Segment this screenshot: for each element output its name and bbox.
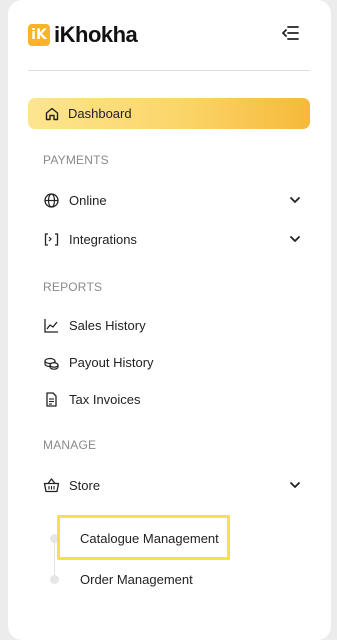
nav-item-label: Tax Invoices: [69, 391, 141, 407]
section-heading-manage: MANAGE: [43, 438, 97, 452]
nav-item-store[interactable]: Store: [43, 474, 303, 496]
globe-icon: [44, 192, 59, 208]
basket-icon: [43, 477, 60, 492]
nav-item-label: Payout History: [69, 354, 154, 370]
sidebar-panel: iK iKhokha Dashboard PAYMENTS Online Int…: [8, 0, 331, 640]
brand-name: iKhokha: [54, 22, 138, 47]
section-heading-reports: REPORTS: [43, 280, 103, 294]
submenu-dot: [50, 575, 59, 584]
chevron-down-icon[interactable]: [287, 192, 303, 208]
subnav-item-order-management[interactable]: Order Management: [80, 572, 193, 587]
nav-item-online[interactable]: Online: [43, 189, 303, 211]
document-icon: [46, 391, 57, 407]
nav-item-label: Dashboard: [68, 106, 132, 121]
nav-item-sales-history[interactable]: Sales History: [43, 314, 303, 336]
chevron-down-icon[interactable]: [287, 477, 303, 493]
nav-item-dashboard[interactable]: Dashboard: [28, 98, 310, 129]
collapse-menu-icon: [282, 26, 299, 40]
code-bracket-icon: [44, 232, 59, 246]
highlight-box: [57, 515, 230, 560]
coins-icon: [44, 357, 59, 370]
brand-logo[interactable]: iK iKhokha: [28, 22, 138, 48]
sidebar-header: iK iKhokha: [8, 0, 331, 70]
nav-item-label: Sales History: [69, 317, 146, 333]
nav-item-label: Online: [69, 192, 107, 208]
collapse-sidebar-button[interactable]: [279, 22, 301, 44]
nav-item-payout-history[interactable]: Payout History: [43, 351, 303, 373]
nav-item-label: Integrations: [69, 231, 137, 247]
chevron-down-icon[interactable]: [287, 231, 303, 247]
logo-mark: iK: [28, 24, 50, 46]
home-icon: [45, 107, 59, 120]
submenu-connector-line: [54, 540, 55, 580]
nav-item-label: Store: [69, 477, 101, 493]
section-heading-payments: PAYMENTS: [43, 153, 109, 167]
nav-item-integrations[interactable]: Integrations: [43, 228, 303, 250]
header-divider: [28, 70, 310, 71]
chart-line-icon: [44, 318, 58, 333]
nav-item-tax-invoices[interactable]: Tax Invoices: [43, 388, 303, 410]
